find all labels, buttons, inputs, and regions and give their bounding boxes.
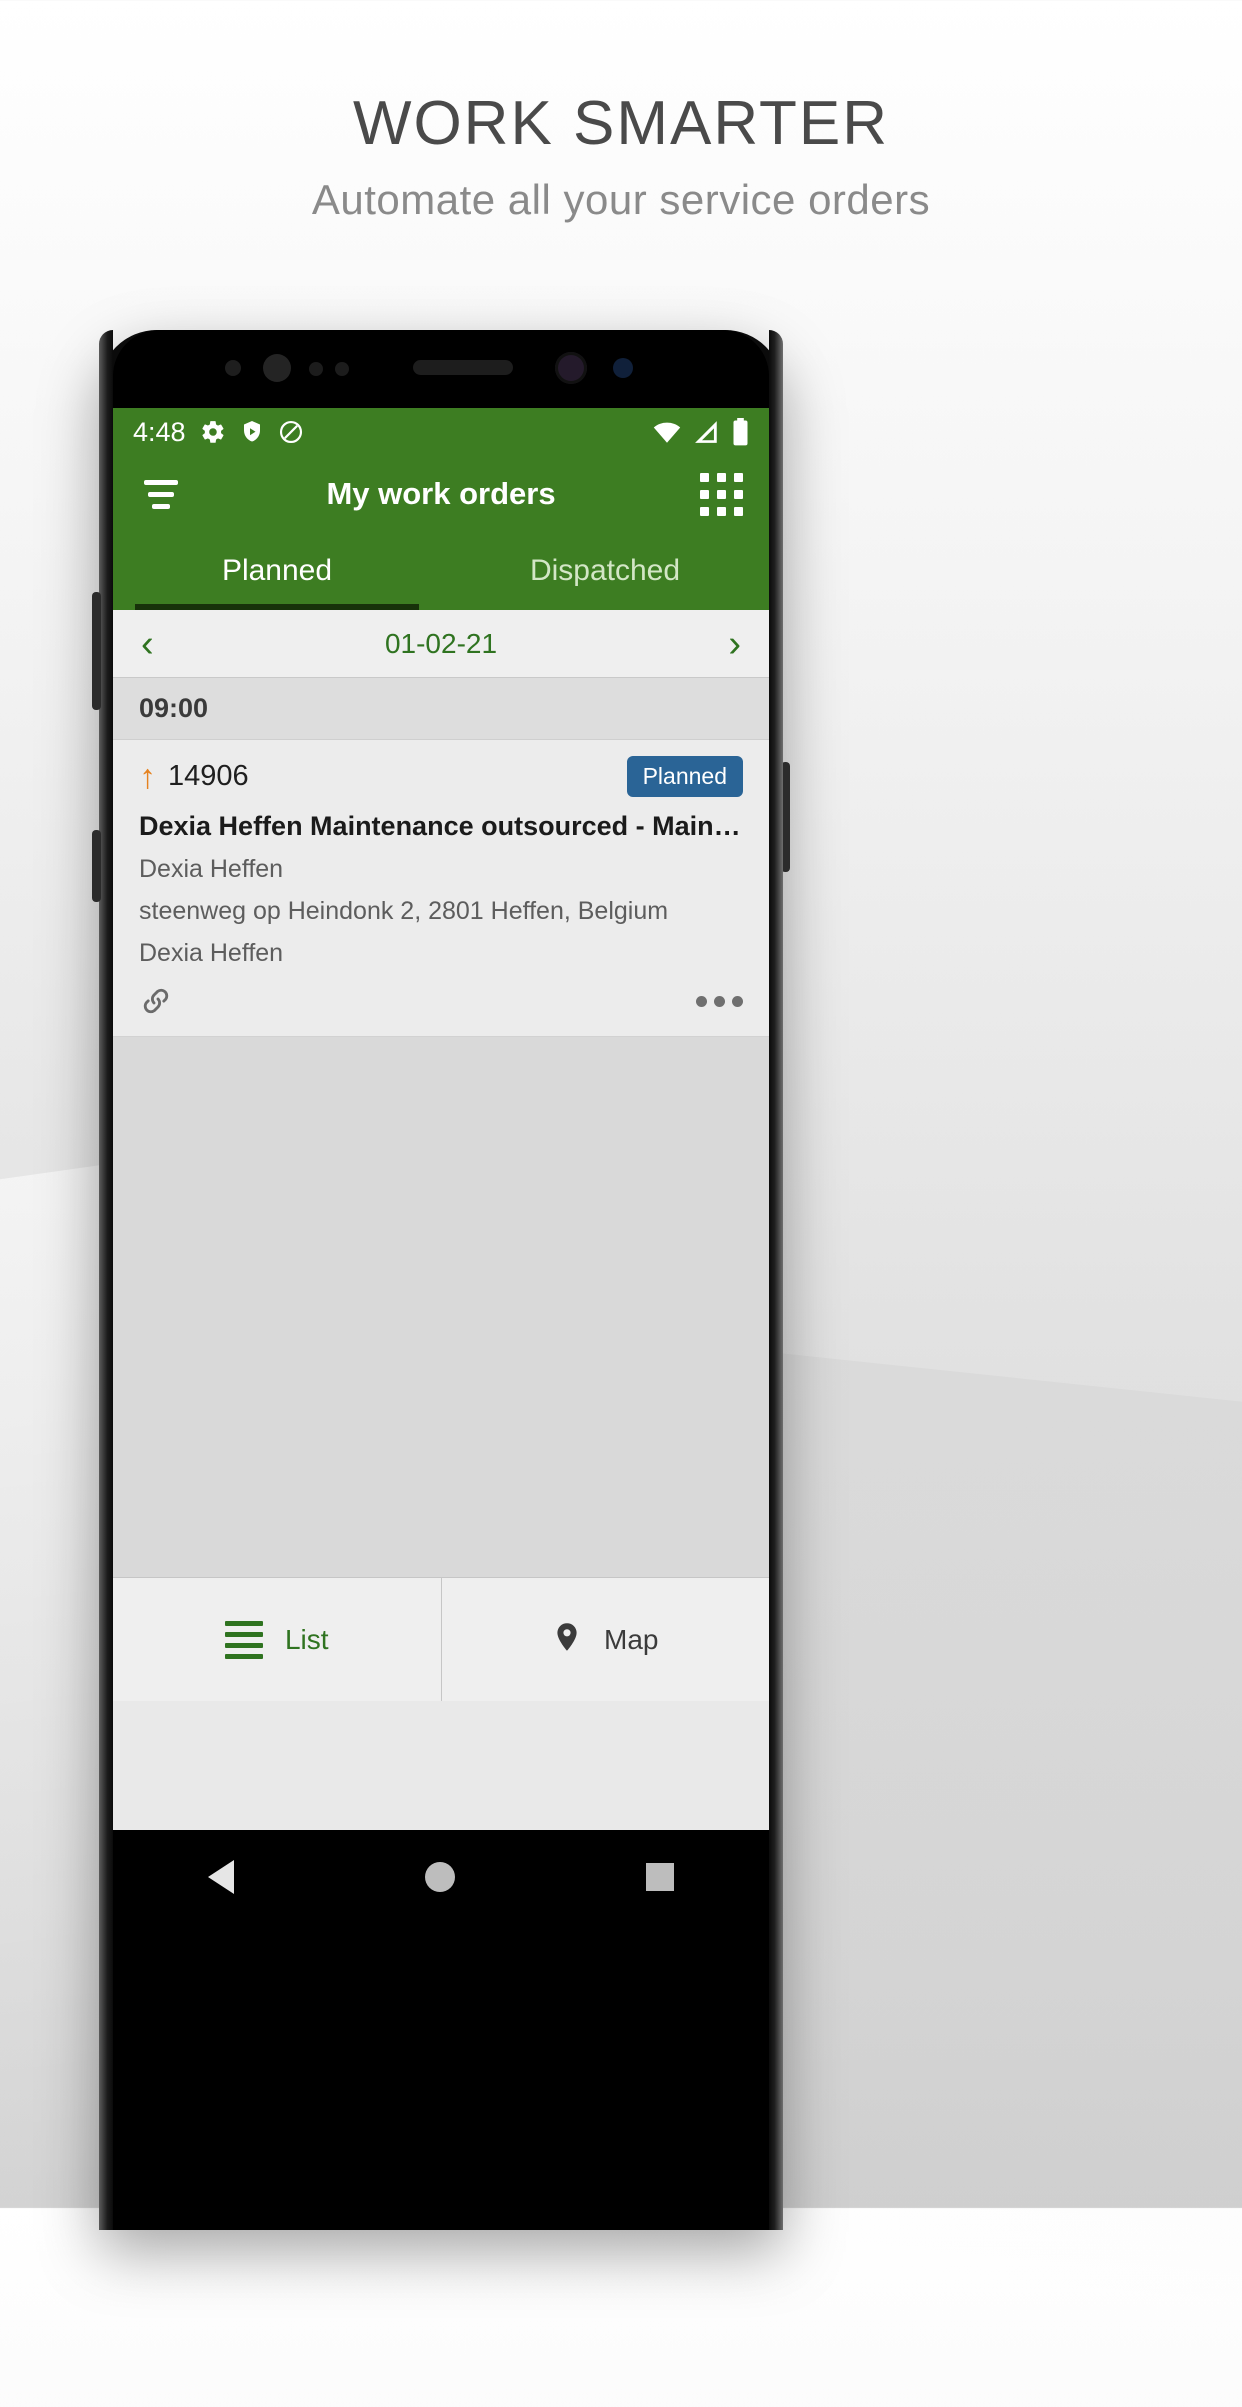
next-day-button[interactable]: › — [728, 625, 741, 663]
status-bar: 4:48 — [113, 408, 769, 456]
bottom-nav-list[interactable]: List — [113, 1578, 441, 1701]
volume-button[interactable] — [92, 592, 101, 710]
phone-screen: 4:48 My work orders Planned Dispatched ‹… — [113, 408, 769, 1830]
page-title: My work orders — [326, 476, 556, 511]
bottom-nav-list-label: List — [284, 1623, 329, 1655]
work-order-contact: Dexia Heffen — [139, 939, 284, 967]
status-badge: Planned — [626, 756, 743, 797]
bottom-nav-map-label: Map — [604, 1623, 659, 1655]
tab-planned[interactable]: Planned — [113, 532, 441, 610]
shield-play-icon — [243, 421, 260, 442]
sensor-icon — [335, 362, 349, 376]
map-pin-icon — [557, 1622, 577, 1651]
tab-bar: Planned Dispatched — [113, 532, 769, 610]
app-bar: My work orders — [113, 456, 769, 532]
marketing-headline: WORK SMARTER — [352, 89, 890, 158]
power-button[interactable] — [781, 762, 790, 872]
gear-icon — [201, 421, 224, 443]
work-order-header: ↑ 14906 Planned — [139, 756, 743, 797]
filter-lines-icon[interactable] — [139, 479, 183, 509]
front-sensor-icon — [263, 354, 291, 382]
phone-top-bezel — [113, 330, 769, 408]
arrow-up-icon: ↑ — [139, 757, 156, 796]
tab-dispatched[interactable]: Dispatched — [441, 532, 769, 610]
bottom-navigation: List Map — [113, 1577, 769, 1701]
phone-bottom-bezel — [113, 1924, 769, 2230]
tab-dispatched-label: Dispatched — [529, 554, 681, 587]
front-camera-icon — [555, 352, 587, 384]
signal-icon — [695, 421, 717, 443]
android-navigation-bar — [113, 1830, 769, 1924]
tab-planned-label: Planned — [221, 554, 333, 587]
status-left-icons — [200, 419, 304, 445]
work-order-address: steenweg op Heindonk 2, 2801 Heffen, Bel… — [139, 897, 669, 925]
home-circle-icon[interactable] — [424, 1862, 455, 1892]
work-order-list-empty-area — [113, 1037, 769, 1577]
list-lines-icon — [224, 1620, 263, 1659]
work-order-footer — [139, 984, 743, 1018]
work-order-title: Dexia Heffen Maintenance outsourced - Ma… — [139, 811, 743, 841]
sensor-icon — [309, 362, 323, 376]
work-order-customer: Dexia Heffen — [139, 855, 284, 883]
current-date-label[interactable]: 01-02-21 — [154, 628, 729, 660]
earpiece-speaker — [413, 360, 513, 375]
iris-scanner-icon — [613, 358, 633, 378]
apps-grid-icon[interactable] — [699, 472, 743, 516]
recents-square-icon[interactable] — [645, 1863, 674, 1891]
sensor-icon — [225, 360, 241, 376]
previous-day-button[interactable]: ‹ — [141, 625, 154, 663]
time-group-header: 09:00 — [113, 678, 769, 740]
marketing-subheadline: Automate all your service orders — [311, 176, 931, 223]
assistant-button[interactable] — [92, 830, 101, 902]
do-not-disturb-icon — [279, 420, 302, 444]
bottom-nav-map[interactable]: Map — [440, 1578, 770, 1701]
link-icon[interactable] — [139, 984, 173, 1018]
status-clock: 4:48 — [133, 416, 186, 447]
more-options-icon[interactable] — [696, 995, 743, 1007]
status-right-icons — [652, 418, 749, 446]
work-order-number: 14906 — [168, 760, 249, 792]
phone-mockup: 4:48 My work orders Planned Dispatched ‹… — [92, 330, 790, 2230]
battery-icon — [733, 418, 748, 446]
work-order-card[interactable]: ↑ 14906 Planned Dexia Heffen Maintenance… — [113, 740, 769, 1037]
wifi-icon — [653, 422, 681, 443]
back-triangle-icon[interactable] — [208, 1860, 235, 1894]
date-navigator: ‹ 01-02-21 › — [113, 610, 769, 678]
